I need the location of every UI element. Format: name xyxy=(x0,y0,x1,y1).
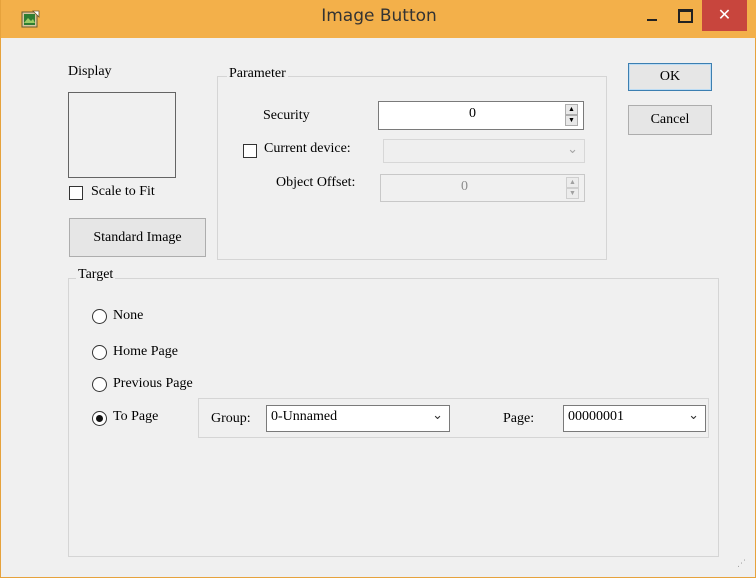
security-input[interactable]: 0 ▲ ▼ xyxy=(378,101,584,130)
radio-none-label[interactable]: None xyxy=(113,308,143,324)
scale-to-fit-label[interactable]: Scale to Fit xyxy=(91,184,155,200)
current-device-dropdown: ⌄ xyxy=(383,139,585,163)
spin-down-icon: ▼ xyxy=(566,188,579,199)
standard-image-button[interactable]: Standard Image xyxy=(69,218,206,257)
current-device-label[interactable]: Current device: xyxy=(264,141,351,157)
minimize-icon xyxy=(647,19,657,21)
radio-home-page[interactable] xyxy=(92,345,107,360)
target-caption: Target xyxy=(76,267,116,283)
close-icon: ✕ xyxy=(717,5,732,24)
maximize-button[interactable] xyxy=(671,0,699,32)
object-offset-input: 0 ▲ ▼ xyxy=(380,174,585,202)
ok-button[interactable]: OK xyxy=(628,63,712,91)
object-offset-label: Object Offset: xyxy=(276,175,356,190)
chevron-down-icon: ⌄ xyxy=(688,408,699,423)
current-device-checkbox[interactable] xyxy=(243,144,257,158)
spin-up-icon[interactable]: ▲ xyxy=(565,104,578,115)
radio-home-page-label[interactable]: Home Page xyxy=(113,344,178,360)
group-dropdown[interactable]: 0-Unnamed ⌄ xyxy=(266,405,450,432)
dialog-client: Display Scale to Fit Standard Image Para… xyxy=(8,38,750,571)
spin-down-icon[interactable]: ▼ xyxy=(565,115,578,126)
chevron-down-icon: ⌄ xyxy=(567,142,578,157)
security-spinner[interactable]: ▲ ▼ xyxy=(565,103,579,127)
chevron-down-icon: ⌄ xyxy=(432,408,443,423)
image-preview xyxy=(68,92,176,178)
radio-previous-page-label[interactable]: Previous Page xyxy=(113,376,193,392)
resize-grip-icon[interactable]: ⋰ xyxy=(737,559,746,569)
page-dropdown[interactable]: 00000001 ⌄ xyxy=(563,405,706,432)
radio-to-page-label[interactable]: To Page xyxy=(113,409,158,425)
minimize-button[interactable] xyxy=(639,0,667,32)
object-offset-value: 0 xyxy=(461,179,468,194)
close-button[interactable]: ✕ xyxy=(702,0,747,31)
page-value: 00000001 xyxy=(568,409,624,424)
radio-to-page[interactable] xyxy=(92,411,107,426)
page-label: Page: xyxy=(503,411,535,426)
scale-to-fit-checkbox[interactable] xyxy=(69,186,83,200)
spin-up-icon: ▲ xyxy=(566,177,579,188)
security-value: 0 xyxy=(469,106,476,121)
parameter-caption: Parameter xyxy=(227,66,288,82)
maximize-icon xyxy=(678,9,693,23)
object-offset-spinner: ▲ ▼ xyxy=(566,176,580,200)
dialog-window: Image Button ✕ Display Scale to Fit Stan… xyxy=(0,0,756,578)
radio-none[interactable] xyxy=(92,309,107,324)
group-value: 0-Unnamed xyxy=(271,409,338,424)
radio-previous-page[interactable] xyxy=(92,377,107,392)
security-label: Security xyxy=(263,108,310,123)
cancel-button[interactable]: Cancel xyxy=(628,105,712,135)
group-label: Group: xyxy=(211,411,251,426)
display-label: Display xyxy=(68,64,112,79)
title-bar[interactable]: Image Button ✕ xyxy=(1,0,756,38)
